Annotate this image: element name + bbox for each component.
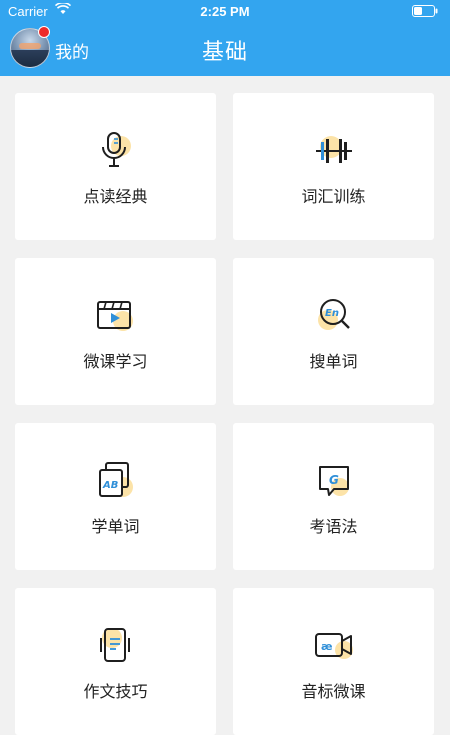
card-phonetic-lesson[interactable]: æ 音标微课 [233,588,434,735]
top-bar: Carrier 2:25 PM 我的 基础 [0,0,450,76]
svg-text:AB: AB [102,480,118,491]
page-title: 基础 [201,40,248,65]
writing-phone-icon [99,628,130,662]
card-label: 搜单词 [309,352,358,371]
card-vocab-training[interactable]: 词汇训练 [233,93,434,240]
nav-bar: 我的 基础 [0,24,450,76]
search-en-icon: En [317,299,350,330]
card-label: 点读经典 [83,187,148,206]
card-label: 词汇训练 [301,187,366,206]
card-microlesson[interactable]: 微课学习 [15,258,216,405]
phonetic-camera-icon: æ [314,633,353,659]
ab-cards-icon: AB [98,462,133,497]
svg-text:En: En [325,308,339,319]
card-grammar-test[interactable]: G 考语法 [233,423,434,570]
card-label: 学单词 [91,517,140,536]
svg-text:æ: æ [321,640,333,653]
video-player-icon [96,301,133,331]
grammar-g-icon: G [318,466,349,496]
card-search-word[interactable]: En 搜单词 [233,258,434,405]
microphone-icon [101,132,131,167]
card-label: 考语法 [309,517,358,536]
card-label: 微课学习 [83,352,148,371]
card-label: 音标微课 [301,682,366,701]
card-learn-words[interactable]: AB 学单词 [15,423,216,570]
dumbbell-icon [315,136,352,163]
card-writing-skills[interactable]: 作文技巧 [15,588,216,735]
card-label: 作文技巧 [83,682,148,701]
status-time: 2:25 PM [200,4,250,19]
svg-text:G: G [329,473,339,487]
battery-icon [412,5,438,21]
card-dianduclassic[interactable]: 点读经典 [15,93,216,240]
status-bar: Carrier 2:25 PM [0,0,450,24]
